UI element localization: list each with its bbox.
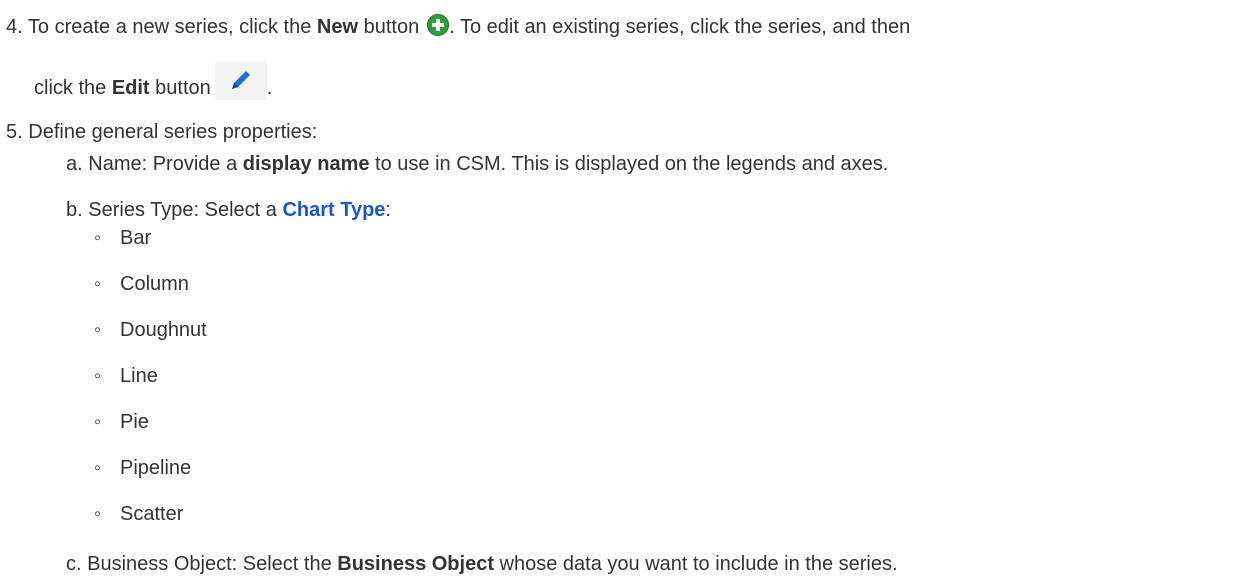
document: 4. To create a new series, click the New… <box>0 0 1239 576</box>
step-4-line-1: 4. To create a new series, click the New… <box>6 14 910 39</box>
bullet-icon: ◦ <box>94 319 102 341</box>
list-item: ◦ Pipeline <box>94 456 191 480</box>
chart-type-pie: Pie <box>120 411 149 433</box>
list-item: ◦ Scatter <box>94 502 183 526</box>
step-5-number: 5. <box>6 121 23 143</box>
chart-type-bar: Bar <box>120 227 152 249</box>
list-item: ◦ Column <box>94 272 189 296</box>
list-item: ◦ Pie <box>94 410 149 434</box>
item-b-prefix: Series Type: Select a <box>88 199 283 221</box>
bullet-icon: ◦ <box>94 227 102 249</box>
step-4-line-2: click the Edit button. <box>34 62 272 100</box>
step-5-text: Define general series properties: <box>28 121 318 143</box>
list-item: ◦ Bar <box>94 226 151 250</box>
step-4-text-1: To create a new series, click the <box>27 16 317 38</box>
item-a-suffix: to use in CSM. This is displayed on the … <box>369 153 889 175</box>
item-a-name: a. Name: Provide a display name to use i… <box>66 152 888 176</box>
item-c-suffix: whose data you want to include in the se… <box>493 553 898 575</box>
step-4-text-6: . <box>266 77 273 99</box>
item-c-letter: c. <box>66 553 82 575</box>
pencil-icon <box>214 62 267 100</box>
step-4-text-4: click the <box>34 77 112 99</box>
chart-type-column: Column <box>120 273 189 295</box>
step-4-text-2: button <box>358 16 420 38</box>
bullet-icon: ◦ <box>94 503 102 525</box>
bullet-icon: ◦ <box>94 273 102 295</box>
chart-type-pipeline: Pipeline <box>120 457 192 479</box>
list-item: ◦ Line <box>94 364 158 388</box>
chart-type-line: Line <box>120 365 158 387</box>
display-name-bold: display name <box>242 153 370 175</box>
item-b-suffix: : <box>385 199 391 221</box>
step-5: 5. Define general series properties: <box>6 120 317 144</box>
bullet-icon: ◦ <box>94 411 102 433</box>
bullet-icon: ◦ <box>94 457 102 479</box>
step-4-text-3: . To edit an existing series, click the … <box>449 16 911 38</box>
step-4-text-5: button <box>149 77 211 99</box>
bullet-icon: ◦ <box>94 365 102 387</box>
edit-label: Edit <box>111 77 150 99</box>
item-b-letter: b. <box>66 199 83 221</box>
item-a-letter: a. <box>66 153 83 175</box>
chart-type-scatter: Scatter <box>120 503 184 525</box>
list-item: ◦ Doughnut <box>94 318 207 342</box>
chart-type-doughnut: Doughnut <box>120 319 207 341</box>
chart-type-link[interactable]: Chart Type <box>282 199 385 221</box>
item-b-series-type: b. Series Type: Select a Chart Type: <box>66 198 391 222</box>
step-4-number: 4. <box>6 16 23 38</box>
item-c-business-object: c. Business Object: Select the Business … <box>66 552 898 576</box>
plus-circle-icon <box>427 14 450 36</box>
business-object-bold: Business Object <box>337 553 494 575</box>
new-label: New <box>316 16 359 38</box>
item-c-prefix: Business Object: Select the <box>87 553 338 575</box>
item-a-prefix: Name: Provide a <box>88 153 243 175</box>
